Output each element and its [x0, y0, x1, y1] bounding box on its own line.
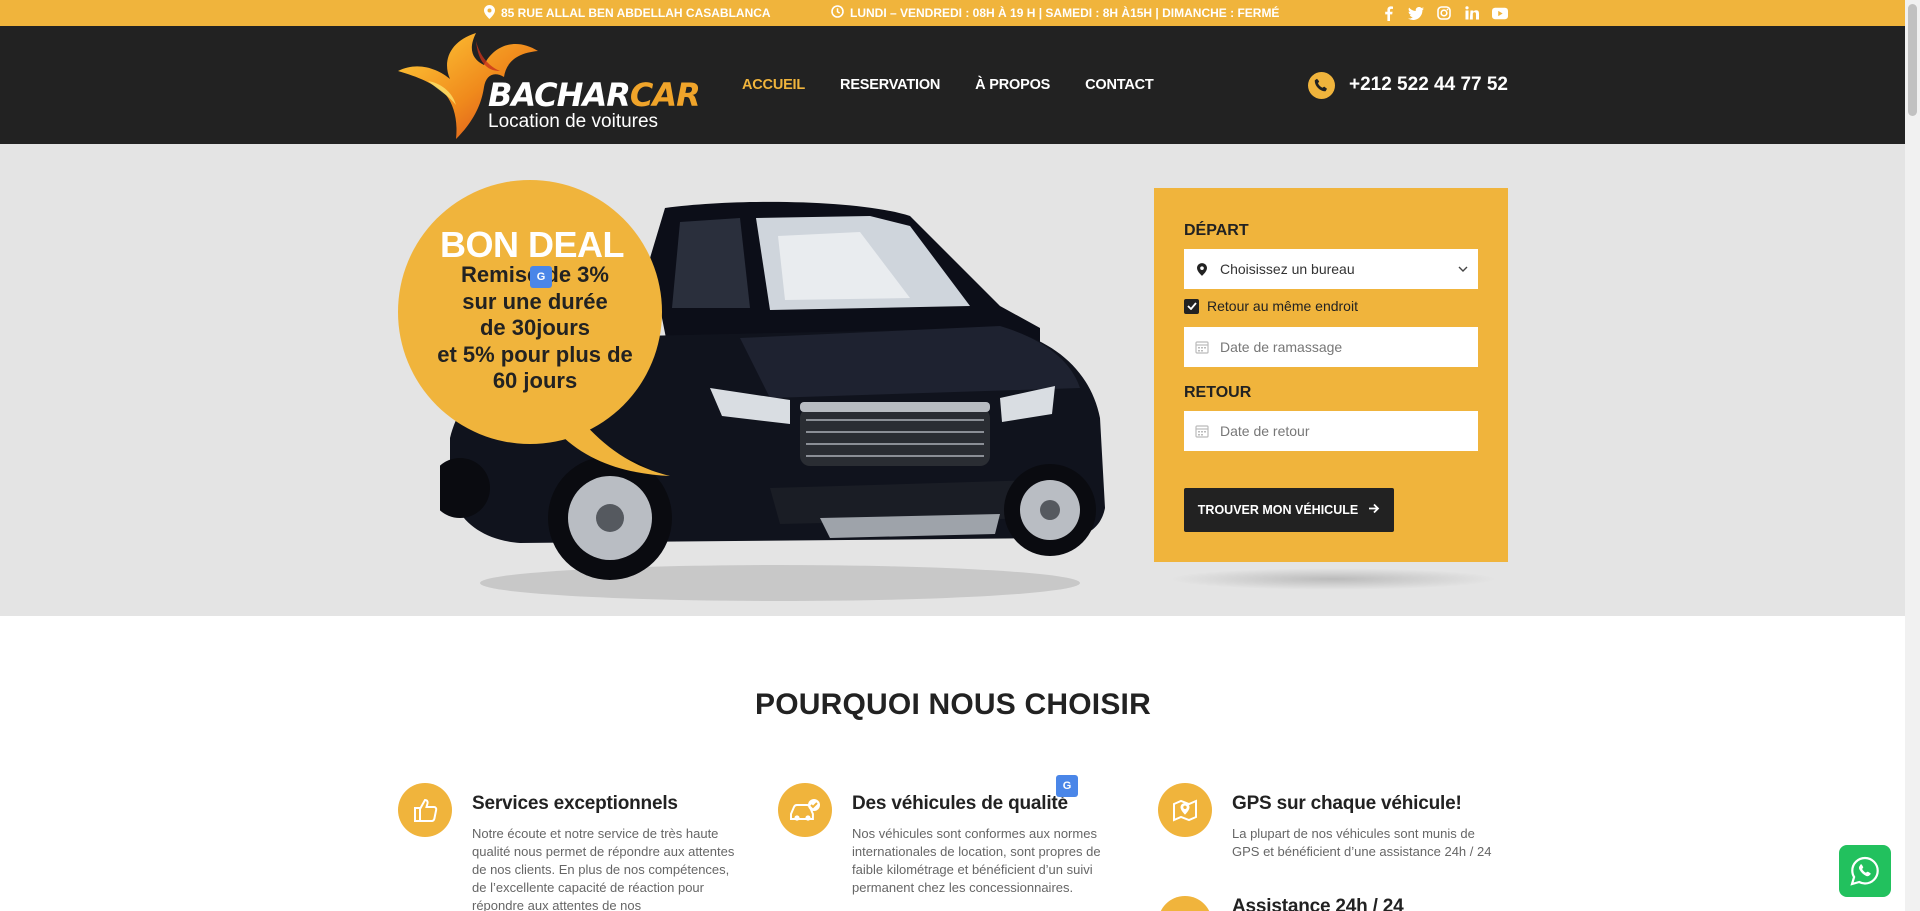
translate-icon[interactable]: G [1056, 775, 1078, 797]
feature-title: Assistance 24h / 24 [1232, 896, 1404, 911]
why-title: POURQUOI NOUS CHOISIR [755, 688, 1151, 721]
hours-info: LUNDI – VENDREDI : 08H À 19 H | SAMEDI :… [831, 0, 1279, 26]
clock-icon [831, 5, 844, 21]
youtube-icon[interactable] [1492, 5, 1508, 21]
logo-subtitle: Location de voitures [488, 111, 659, 132]
feature-title: Services exceptionnels [472, 793, 678, 814]
top-info-bar: 85 RUE ALLAL BEN ABDELLAH CASABLANCA LUN… [0, 0, 1920, 26]
hero-section: BON DEAL Remise de 3% sur une durée de 3… [0, 144, 1920, 616]
return-date-input[interactable]: Date de retour [1184, 411, 1478, 451]
feature-desc: La plupart de nos véhicules sont munis d… [1232, 826, 1492, 859]
same-place-checkbox-row[interactable]: Retour au même endroit [1184, 298, 1358, 314]
find-vehicle-label: TROUVER MON VÉHICULE [1197, 503, 1359, 517]
deal-line-4: et 5% pour plus de [437, 341, 633, 367]
feature-title: Des véhicules de qualité [852, 793, 1068, 814]
twitter-icon[interactable] [1408, 5, 1424, 21]
main-nav: ACCUEIL RESERVATION À PROPOS CONTACT [742, 26, 1154, 144]
nav-item-a-propos[interactable]: À PROPOS [975, 77, 1050, 93]
hours-text: LUNDI – VENDREDI : 08H À 19 H | SAMEDI :… [850, 6, 1280, 20]
logo-brand: BACHARCAR [488, 76, 701, 114]
support-icon [1158, 896, 1212, 911]
address-text: 85 RUE ALLAL BEN ABDELLAH CASABLANCA [501, 6, 771, 20]
whatsapp-icon [1850, 856, 1879, 886]
linkedin-icon[interactable] [1464, 5, 1480, 21]
calendar-icon [1184, 424, 1220, 438]
facebook-icon[interactable] [1380, 5, 1396, 21]
feature-title: GPS sur chaque véhicule! [1232, 793, 1462, 814]
map-pin-icon [1158, 783, 1212, 837]
location-pin-icon [484, 4, 495, 22]
office-select[interactable]: Choisissez un bureau [1184, 249, 1478, 289]
nav-item-accueil[interactable]: ACCUEIL [742, 77, 805, 93]
same-place-checkbox[interactable] [1184, 298, 1199, 314]
return-label: RETOUR [1184, 384, 1252, 401]
page-scrollbar[interactable] [1905, 0, 1920, 911]
scrollbar-thumb[interactable] [1908, 4, 1917, 116]
address-info: 85 RUE ALLAL BEN ABDELLAH CASABLANCA [484, 0, 771, 26]
phone-number: +212 522 44 77 52 [1348, 74, 1508, 95]
arrow-right-icon [1368, 503, 1380, 517]
calendar-icon [1184, 340, 1220, 354]
translate-icon[interactable]: G [530, 266, 552, 288]
deal-line-2: sur une durée [462, 288, 608, 314]
deal-line-5: 60 jours [492, 368, 578, 393]
deal-bubble-tail [560, 394, 670, 476]
thumbs-up-icon [398, 783, 452, 837]
whatsapp-button[interactable] [1839, 845, 1891, 897]
nav-item-contact[interactable]: CONTACT [1085, 77, 1154, 93]
feature-desc: Nos véhicules sont conformes aux normes … [852, 826, 1101, 895]
feature-desc: Notre écoute et notre service de très ha… [472, 826, 735, 911]
booking-form: DÉPART Choisissez un bureau Retour au mê… [1154, 188, 1508, 562]
booking-shadow [1168, 568, 1498, 590]
same-place-label: Retour au même endroit [1207, 298, 1358, 314]
logo-brand-main: BACHAR [488, 76, 631, 114]
logo-brand-accent: CAR [629, 76, 701, 114]
header-phone[interactable]: +212 522 44 77 52 [1307, 26, 1508, 144]
deal-title: BON DEAL [440, 224, 625, 265]
pickup-date-input[interactable]: Date de ramassage [1184, 327, 1478, 367]
deal-line-3: de 30jours [479, 315, 591, 340]
instagram-icon[interactable] [1436, 5, 1452, 21]
car-check-icon [778, 783, 832, 837]
depart-label: DÉPART [1184, 222, 1249, 239]
office-select-value: Choisissez un bureau [1220, 261, 1355, 277]
logo-text: BACHARCAR Location de voitures [488, 76, 701, 132]
pickup-date-placeholder: Date de ramassage [1220, 339, 1343, 355]
phone-icon [1307, 71, 1335, 99]
chevron-down-icon [1448, 266, 1478, 272]
find-vehicle-button[interactable]: TROUVER MON VÉHICULE [1184, 488, 1394, 532]
main-header: BACHARCAR Location de voitures ACCUEIL R… [0, 26, 1920, 144]
social-links [1380, 0, 1508, 26]
nav-item-reservation[interactable]: RESERVATION [840, 77, 940, 93]
return-date-placeholder: Date de retour [1220, 423, 1310, 439]
location-pin-icon [1184, 262, 1220, 276]
